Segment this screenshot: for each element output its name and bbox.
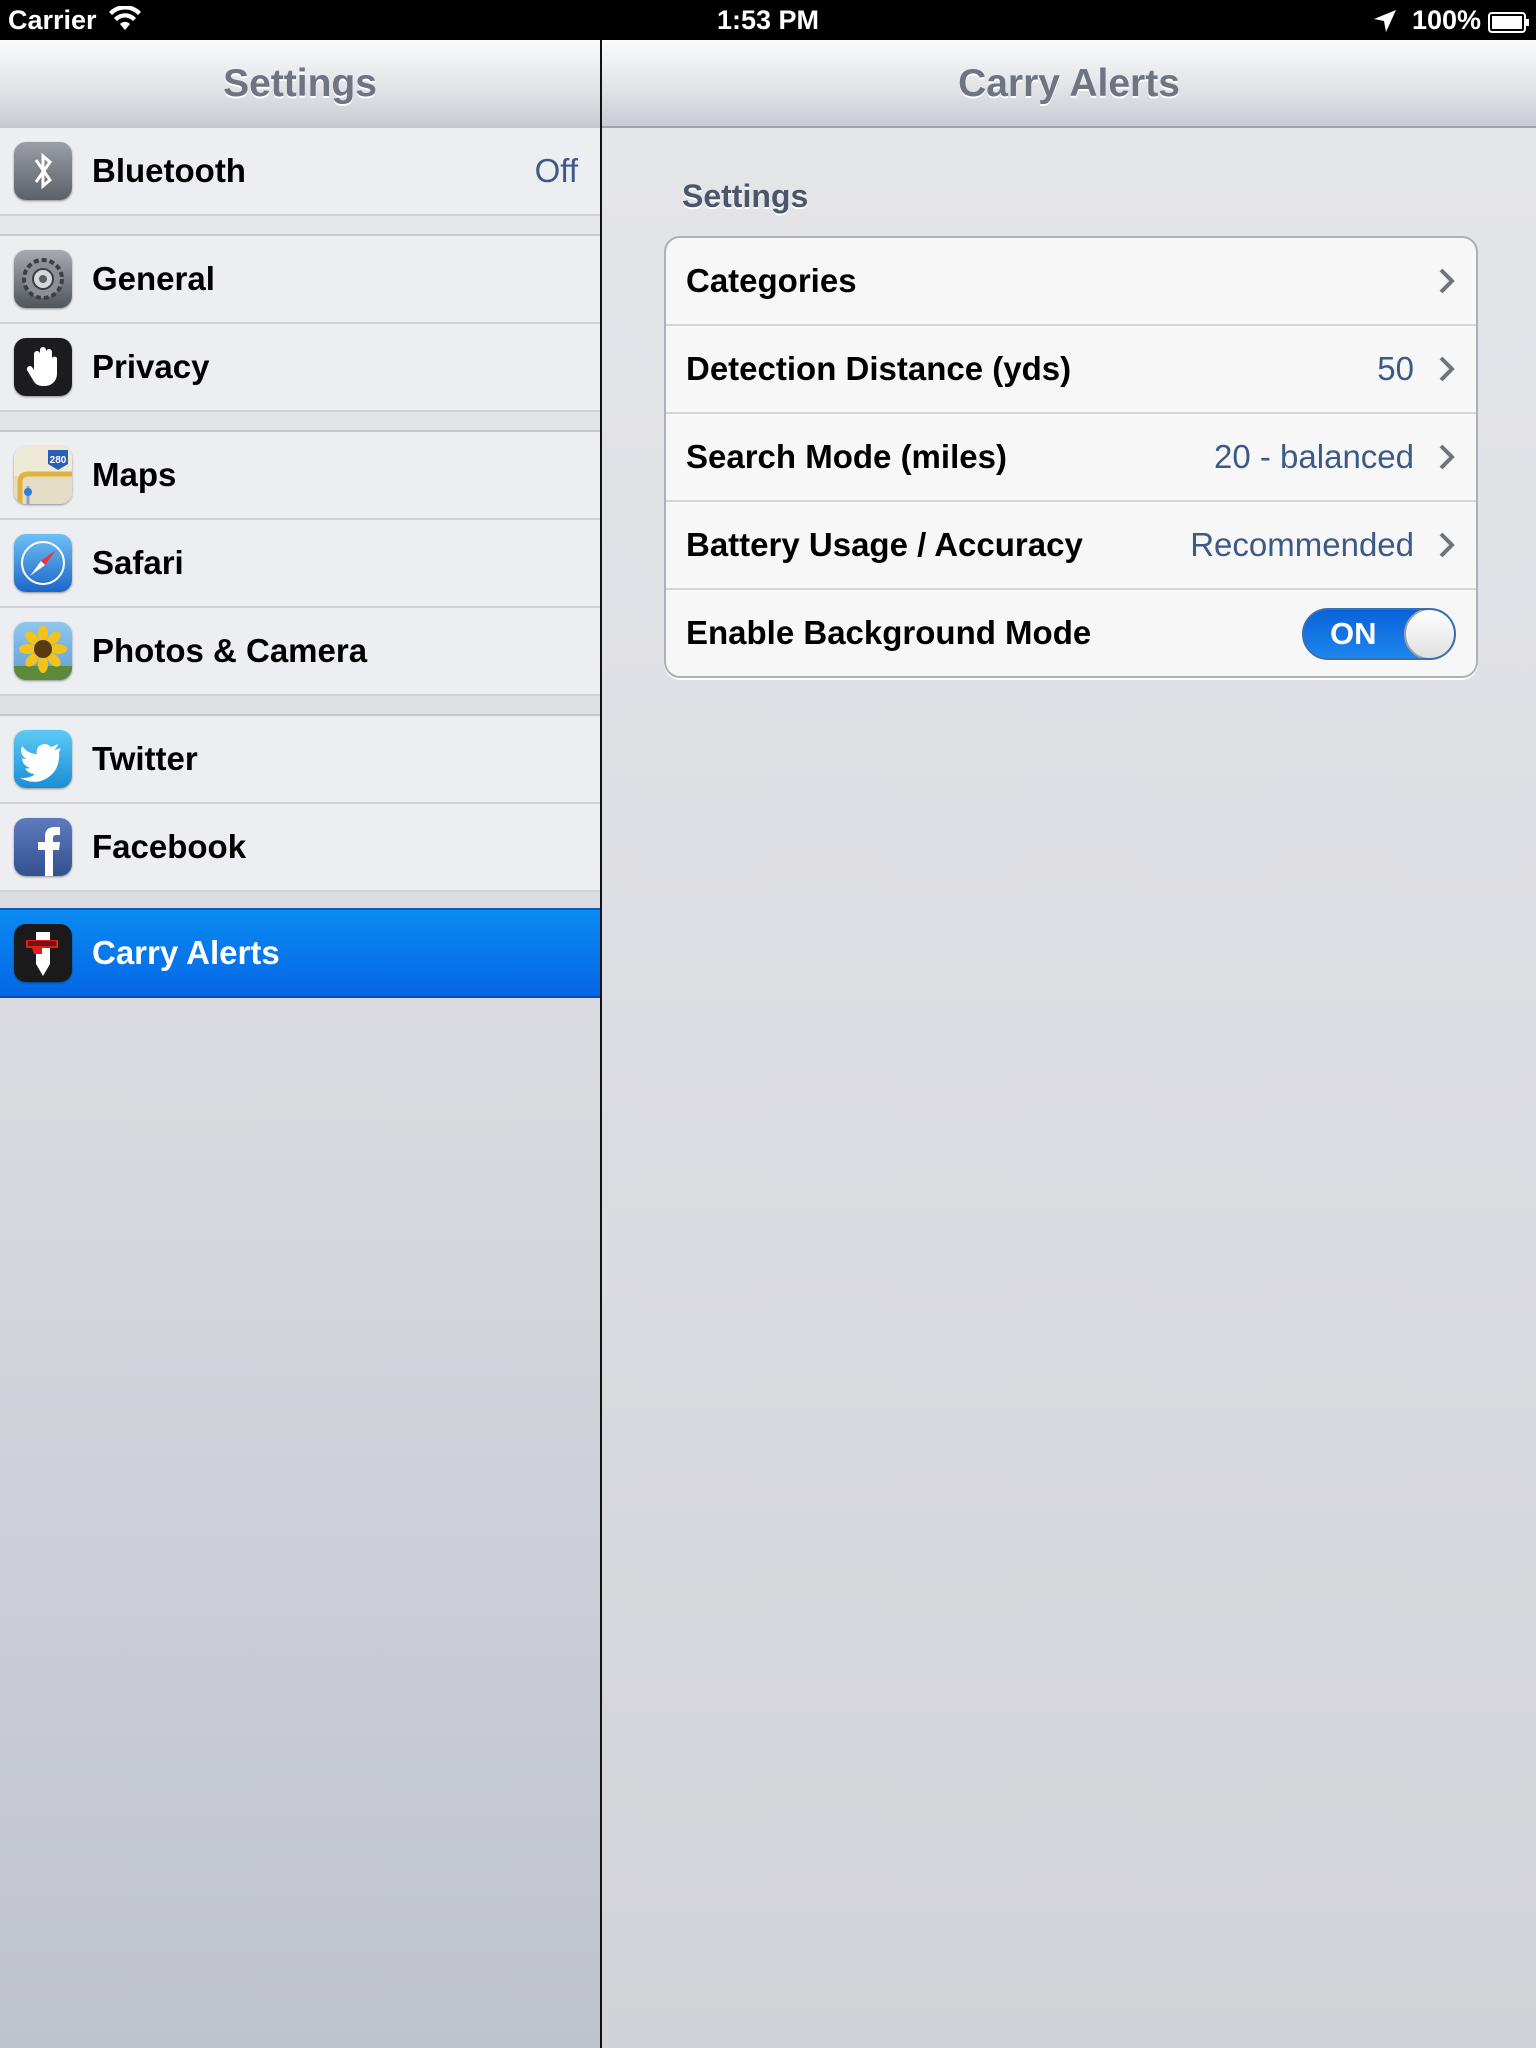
clock: 1:53 PM: [716, 5, 820, 35]
maps-icon: 280: [14, 446, 72, 504]
cell-label: Enable Background Mode: [686, 614, 1092, 651]
battery-percent: 100%: [1412, 5, 1482, 35]
compass-icon: [14, 534, 72, 592]
detection-distance-cell[interactable]: Detection Distance (yds) 50: [666, 326, 1476, 414]
cell-label: Battery Usage / Accuracy: [686, 526, 1083, 563]
settings-group: 280 Maps Safari Photos & Camera: [0, 430, 600, 696]
sidebar-item-label: Photos & Camera: [92, 632, 368, 669]
sidebar-item-general[interactable]: General: [0, 236, 600, 324]
toggle-knob[interactable]: [1404, 610, 1454, 658]
cell-value: 50: [1377, 350, 1414, 387]
detail-panel: Carry Alerts Settings Categories Detecti…: [602, 40, 1536, 2048]
twitter-bird-icon: [14, 730, 72, 788]
sidebar-item-privacy[interactable]: Privacy: [0, 324, 600, 412]
sidebar-item-label: Carry Alerts: [92, 934, 280, 971]
settings-group: Bluetooth Off: [0, 126, 600, 216]
settings-group: Twitter Facebook: [0, 714, 600, 892]
cell-label: Categories: [686, 262, 857, 299]
background-mode-toggle[interactable]: ON: [1302, 608, 1456, 660]
sidebar-item-twitter[interactable]: Twitter: [0, 716, 600, 804]
sidebar-item-label: Maps: [92, 456, 177, 493]
sidebar-item-label: Safari: [92, 544, 184, 581]
sidebar-item-label: Privacy: [92, 348, 210, 385]
status-bar: Carrier 1:53 PM 100%: [0, 0, 1536, 40]
cell-value: 20 - balanced: [1214, 438, 1414, 475]
chevron-right-icon: [1436, 266, 1458, 296]
master-title: Settings: [223, 62, 377, 105]
categories-cell[interactable]: Categories: [666, 238, 1476, 326]
toggle-on-label: ON: [1330, 616, 1377, 651]
carry-alerts-icon: [14, 924, 72, 982]
detail-title: Carry Alerts: [958, 62, 1180, 105]
search-mode-cell[interactable]: Search Mode (miles) 20 - balanced: [666, 414, 1476, 502]
sidebar-item-carry-alerts[interactable]: Carry Alerts: [0, 910, 600, 998]
bluetooth-status: Off: [534, 152, 578, 189]
chevron-right-icon: [1436, 442, 1458, 472]
background-mode-cell: Enable Background Mode ON: [666, 590, 1476, 676]
sidebar-item-label: Twitter: [92, 740, 198, 777]
svg-text:280: 280: [50, 455, 67, 466]
sidebar-item-photos-camera[interactable]: Photos & Camera: [0, 608, 600, 696]
settings-group: Carry Alerts: [0, 908, 600, 998]
hand-icon: [14, 338, 72, 396]
sidebar-item-safari[interactable]: Safari: [0, 520, 600, 608]
settings-master-panel: Settings Bluetooth Off General Privacy 2…: [0, 40, 600, 2048]
battery-icon: [1488, 9, 1530, 33]
bluetooth-icon: [14, 142, 72, 200]
sidebar-item-maps[interactable]: 280 Maps: [0, 432, 600, 520]
gear-icon: [14, 250, 72, 308]
sidebar-item-facebook[interactable]: Facebook: [0, 804, 600, 892]
sidebar-item-label: General: [92, 260, 215, 297]
settings-table-group: Categories Detection Distance (yds) 50 S…: [664, 236, 1478, 678]
section-header: Settings: [682, 178, 809, 214]
detail-navbar: Carry Alerts: [602, 40, 1536, 128]
master-navbar: Settings: [0, 40, 600, 128]
settings-group: General Privacy: [0, 234, 600, 412]
sidebar-item-label: Bluetooth: [92, 152, 246, 189]
battery-usage-cell[interactable]: Battery Usage / Accuracy Recommended: [666, 502, 1476, 590]
sidebar-item-bluetooth[interactable]: Bluetooth Off: [0, 128, 600, 216]
location-arrow-icon: [1372, 8, 1398, 34]
cell-value: Recommended: [1190, 526, 1414, 563]
sidebar-item-label: Facebook: [92, 828, 247, 865]
facebook-icon: [14, 818, 72, 876]
chevron-right-icon: [1436, 354, 1458, 384]
chevron-right-icon: [1436, 530, 1458, 560]
cell-label: Detection Distance (yds): [686, 350, 1072, 387]
sunflower-icon: [14, 622, 72, 680]
cell-label: Search Mode (miles): [686, 438, 1007, 475]
